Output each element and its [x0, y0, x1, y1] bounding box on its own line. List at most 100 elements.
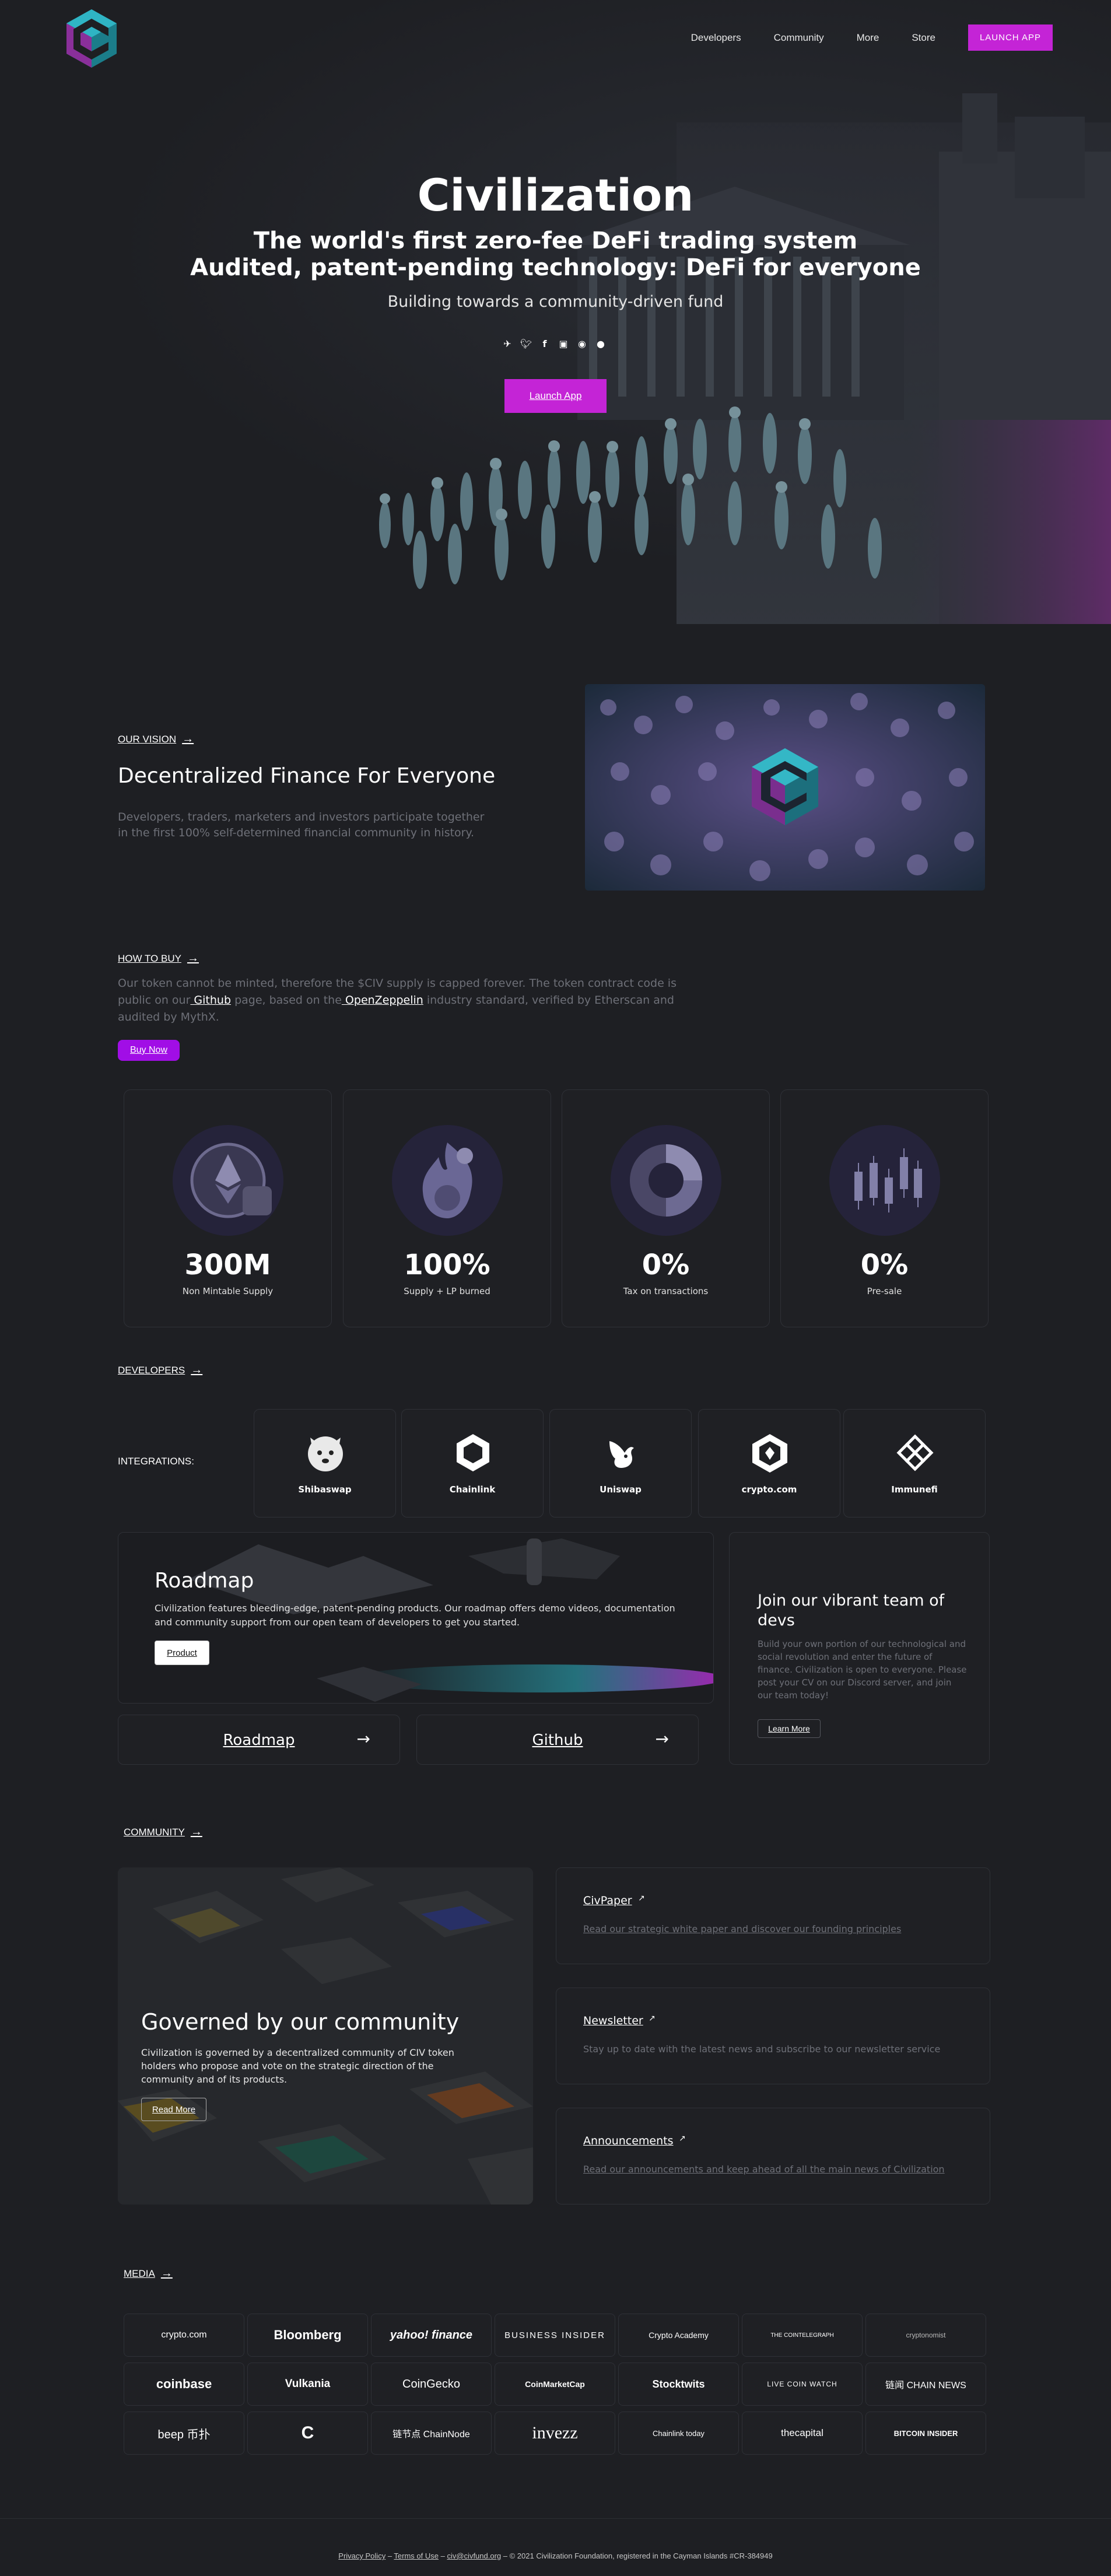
github-icon[interactable]: ● — [595, 338, 607, 350]
telegram-icon[interactable]: ✈ — [502, 338, 513, 350]
hero-city-illustration — [379, 93, 1111, 624]
footer-separator: – — [385, 2552, 394, 2560]
stat-card: 100% Supply + LP burned — [343, 1089, 551, 1327]
footer-divider — [0, 2518, 1111, 2519]
top-navigation: Developers Community More Store LAUNCH A… — [0, 0, 1111, 76]
buy-now-button[interactable]: Buy Now — [118, 1040, 180, 1061]
newsletter-card[interactable]: Newsletter ↗ Stay up to date with the la… — [556, 1988, 990, 2084]
learn-more-button[interactable]: Learn More — [758, 1719, 821, 1738]
media-logo-bloomberg[interactable]: Bloomberg — [247, 2314, 368, 2357]
integration-name: Shibaswap — [298, 1484, 352, 1495]
vision-text: Developers, traders, marketers and inves… — [118, 811, 485, 839]
roadmap-card: Roadmap Civilization features bleeding-e… — [118, 1532, 714, 1704]
stat-card: 0% Tax on transactions — [562, 1089, 770, 1327]
media-logo-text: Crypto Academy — [649, 2330, 709, 2340]
media-logo-vulkania[interactable]: Vulkania — [247, 2363, 368, 2406]
uniswap-unicorn-icon — [609, 1441, 634, 1468]
media-logo-crypto-academy[interactable]: Crypto Academy — [618, 2314, 739, 2357]
nav-community[interactable]: Community — [774, 32, 824, 44]
stat-value: 100% — [404, 1249, 490, 1281]
media-logo-text: C — [301, 2423, 314, 2442]
media-logo-bitcoin-insider[interactable]: BITCOIN INSIDER — [865, 2412, 986, 2455]
media-logo-text: BITCOIN INSIDER — [893, 2428, 958, 2438]
how-to-buy-label-text: HOW TO BUY — [118, 952, 181, 964]
stat-label: Pre-sale — [867, 1286, 902, 1296]
how-to-buy-section-label[interactable]: HOW TO BUY → — [118, 952, 199, 965]
nav-store[interactable]: Store — [912, 32, 935, 44]
announcements-card[interactable]: Announcements ↗ Read our announcements a… — [556, 2108, 990, 2205]
media-logo-business-insider[interactable]: BUSINESS INSIDER — [495, 2314, 615, 2357]
external-link-icon: ↗ — [679, 2134, 686, 2143]
nav-more[interactable]: More — [857, 32, 879, 44]
media-logo-text: CoinMarketCap — [525, 2379, 585, 2389]
governance-tokens-image — [118, 1867, 533, 2205]
facebook-icon[interactable]: f — [539, 338, 551, 350]
media-logo-cryptonomist[interactable]: cryptonomist — [865, 2314, 986, 2357]
media-logo-yahoo-finance[interactable]: yahoo! finance — [371, 2314, 492, 2357]
hero-subtitle-1: The world's first zero-fee DeFi trading … — [253, 227, 858, 254]
integration-card[interactable]: crypto.com — [698, 1409, 840, 1517]
roadmap-text: Civilization features bleeding-edge, pat… — [155, 1603, 675, 1628]
stat-card: 300M Non Mintable Supply — [124, 1089, 332, 1327]
integration-card[interactable]: Uniswap — [549, 1409, 692, 1517]
twitter-icon[interactable]: 🐦︎ — [520, 338, 532, 350]
github-link-card[interactable]: Github → — [416, 1715, 699, 1765]
media-logo-stocktwits[interactable]: Stocktwits — [618, 2363, 739, 2406]
media-logo-chainlink-today[interactable]: Chainlink today — [618, 2412, 739, 2455]
media-logo-c[interactable]: C — [247, 2412, 368, 2455]
media-logo-cointelegraph[interactable]: THE COINTELEGRAPH — [742, 2314, 863, 2357]
nav-developers[interactable]: Developers — [691, 32, 741, 44]
openzeppelin-link[interactable]: OpenZeppelin — [342, 994, 423, 1007]
github-link[interactable]: Github — [190, 994, 231, 1007]
vision-section-label[interactable]: OUR VISION → — [118, 733, 194, 746]
email-link[interactable]: civ@civfund.org — [447, 2552, 501, 2560]
media-logo-text: Stocktwits — [652, 2378, 705, 2390]
external-link-icon: ↗ — [638, 1894, 645, 1903]
chainlink-icon — [457, 1434, 489, 1471]
newsletter-desc: Stay up to date with the latest news and… — [583, 2044, 941, 2055]
pie-chart-icon — [611, 1125, 721, 1236]
media-logo-text: crypto.com — [161, 2330, 207, 2340]
hero-launch-app-button[interactable]: Launch App — [504, 379, 607, 413]
media-logo-beep[interactable]: beep 币扑 — [124, 2412, 244, 2455]
civpaper-card[interactable]: CivPaper ↗ Read our strategic white pape… — [556, 1867, 990, 1964]
terms-of-use-link[interactable]: Terms of Use — [394, 2552, 439, 2560]
media-logo-crypto-com[interactable]: crypto.com — [124, 2314, 244, 2357]
media-logo-coinbase[interactable]: coinbase — [124, 2363, 244, 2406]
crypto-com-icon — [752, 1434, 787, 1473]
reddit-icon[interactable]: ◉ — [576, 338, 588, 350]
integration-name: Chainlink — [449, 1484, 496, 1495]
arrow-right-icon: → — [655, 1729, 669, 1748]
media-logo-invezz[interactable]: invezz — [495, 2412, 615, 2455]
media-logo-live-coin-watch[interactable]: LIVE COIN WATCH — [742, 2363, 863, 2406]
hero-title: Civilization — [417, 169, 694, 221]
integration-name: Immunefi — [891, 1484, 938, 1495]
media-logo-text: BUSINESS INSIDER — [504, 2330, 605, 2340]
roadmap-link-card[interactable]: Roadmap → — [118, 1715, 400, 1765]
read-more-button[interactable]: Read More — [141, 2098, 206, 2121]
footer-copyright: – © 2021 Civilization Foundation, regist… — [501, 2552, 773, 2560]
stat-label: Non Mintable Supply — [182, 1286, 274, 1296]
burning-token-icon — [392, 1125, 503, 1236]
arrow-right-icon: → — [160, 2267, 173, 2280]
privacy-policy-link[interactable]: Privacy Policy — [338, 2552, 385, 2560]
media-section-label[interactable]: MEDIA → — [124, 2267, 173, 2280]
media-logo-coingecko[interactable]: CoinGecko — [371, 2363, 492, 2406]
community-section-label[interactable]: COMMUNITY → — [124, 1825, 202, 1839]
integration-card[interactable]: Immunefi — [843, 1409, 986, 1517]
media-logo-chainnode[interactable]: 链节点 ChainNode — [371, 2412, 492, 2455]
media-logo-text: Chainlink today — [653, 2428, 705, 2438]
how-to-buy-text: Our token cannot be minted, therefore th… — [118, 975, 689, 1026]
civilization-logo[interactable] — [65, 8, 118, 69]
media-logo-coinmarketcap[interactable]: CoinMarketCap — [495, 2363, 615, 2406]
medium-icon[interactable]: ▣ — [558, 338, 569, 350]
governance-title: Governed by our community — [141, 2009, 460, 2035]
media-logo-chain-news[interactable]: 链闻 CHAIN NEWS — [865, 2363, 986, 2406]
developers-section-label[interactable]: DEVELOPERS → — [118, 1364, 202, 1377]
arrow-right-icon: → — [182, 733, 194, 745]
integration-card[interactable]: Chainlink — [401, 1409, 544, 1517]
nav-launch-app-button[interactable]: LAUNCH APP — [968, 24, 1053, 51]
product-button[interactable]: Product — [155, 1641, 209, 1665]
media-logo-thecapital[interactable]: thecapital — [742, 2412, 863, 2455]
integration-card[interactable]: Shibaswap — [254, 1409, 396, 1517]
